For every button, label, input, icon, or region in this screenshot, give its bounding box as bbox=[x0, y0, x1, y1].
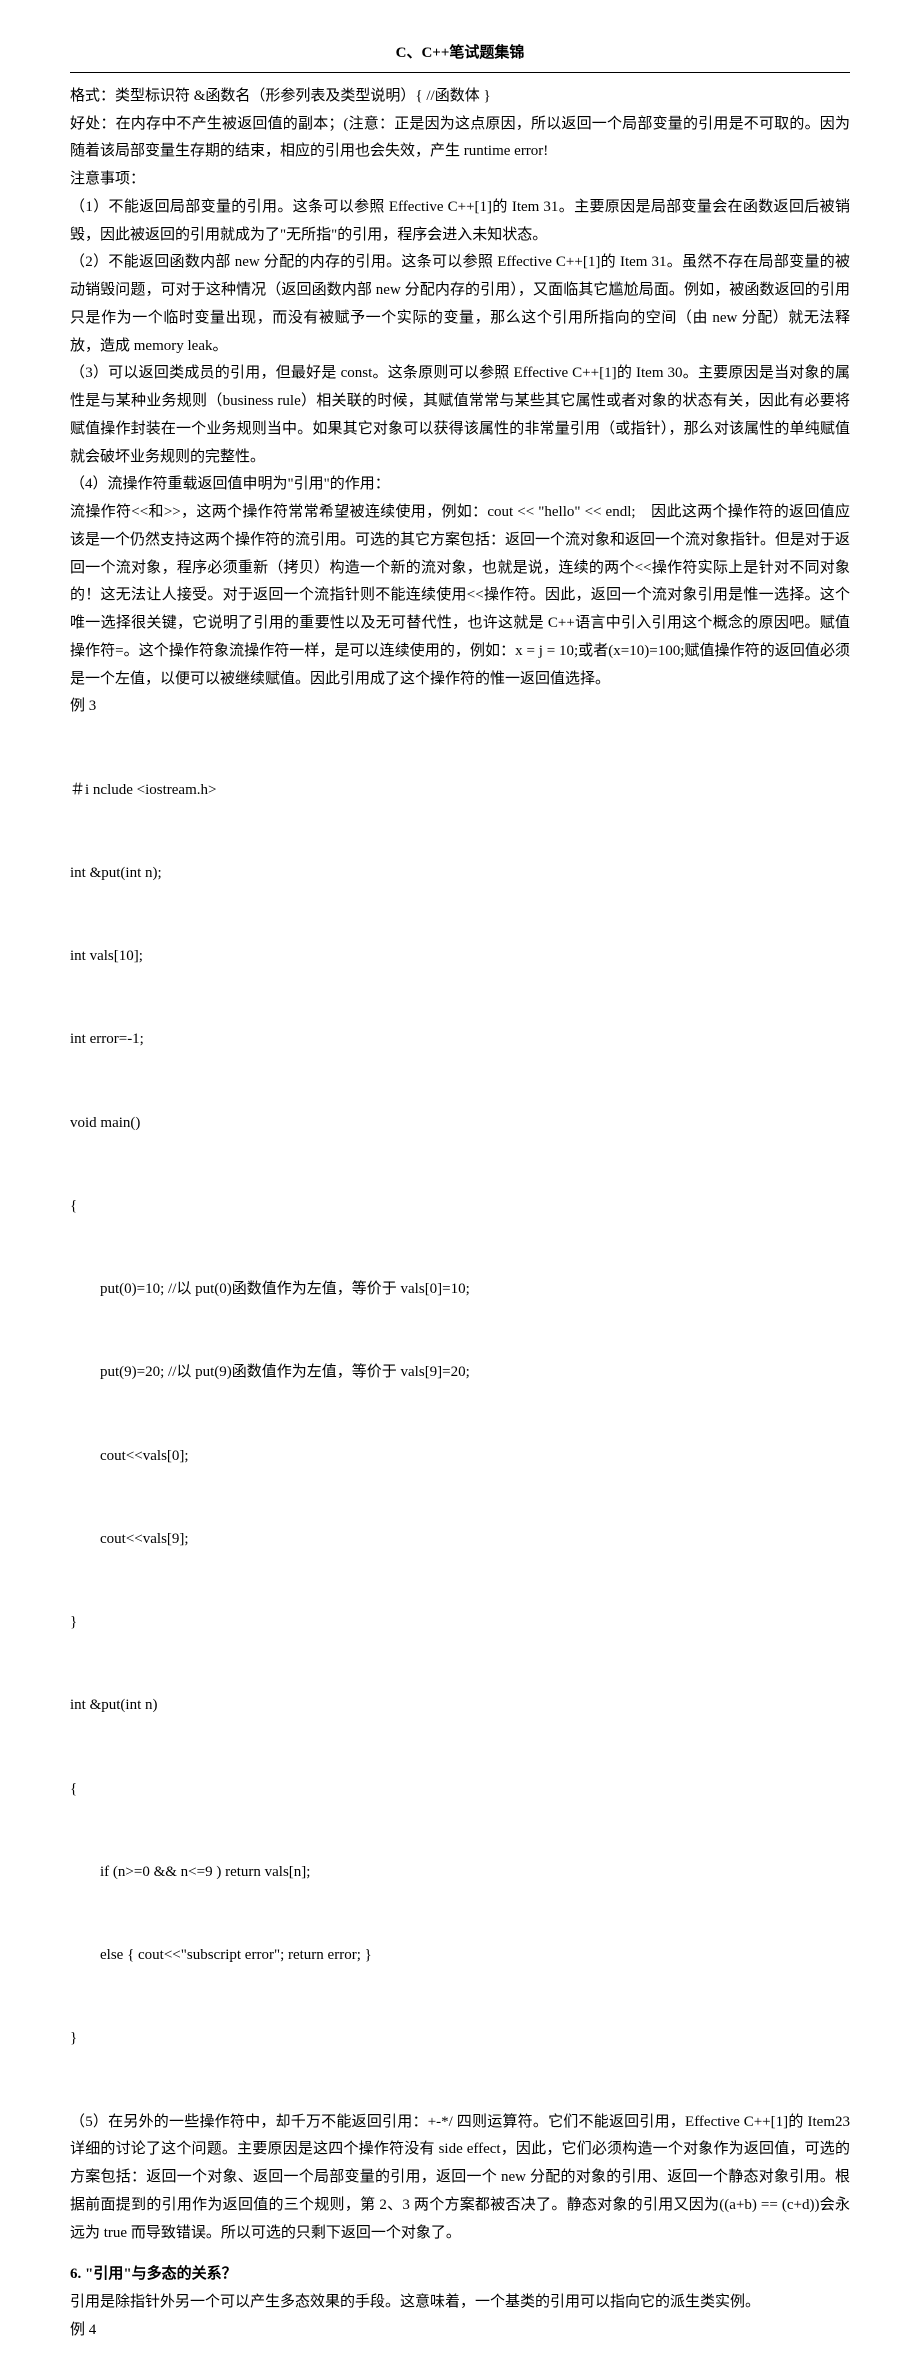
paragraph: 注意事项： bbox=[70, 166, 850, 194]
code-line: } bbox=[70, 2025, 850, 2053]
paragraph: 流操作符<<和>>，这两个操作符常常希望被连续使用，例如：cout << "he… bbox=[70, 499, 850, 693]
code-line: else { cout<<"subscript error"; return e… bbox=[70, 1942, 850, 1970]
code-line: { bbox=[70, 1193, 850, 1221]
paragraph: （5）在另外的一些操作符中，却千万不能返回引用：+-*/ 四则运算符。它们不能返… bbox=[70, 2109, 850, 2248]
example-label: 例 4 bbox=[70, 2317, 850, 2345]
paragraph: （3）可以返回类成员的引用，但最好是 const。这条原则可以参照 Effect… bbox=[70, 360, 850, 471]
page-header: C、C++笔试题集锦 bbox=[70, 40, 850, 73]
code-line: ＃i nclude <iostream.h> bbox=[70, 777, 850, 805]
paragraph: 引用是除指针外另一个可以产生多态效果的手段。这意味着，一个基类的引用可以指向它的… bbox=[70, 2289, 850, 2317]
code-line: int error=-1; bbox=[70, 1026, 850, 1054]
code-line: put(0)=10; //以 put(0)函数值作为左值，等价于 vals[0]… bbox=[70, 1276, 850, 1304]
header-title: C、C++笔试题集锦 bbox=[396, 45, 525, 61]
paragraph: 好处：在内存中不产生被返回值的副本；(注意：正是因为这点原因，所以返回一个局部变… bbox=[70, 111, 850, 167]
document-page: C、C++笔试题集锦 格式：类型标识符 &函数名（形参列表及类型说明）{ //函… bbox=[0, 0, 920, 2375]
paragraph: （4）流操作符重载返回值申明为"引用"的作用： bbox=[70, 471, 850, 499]
code-line: } bbox=[70, 1609, 850, 1637]
code-line: void main() bbox=[70, 1110, 850, 1138]
code-line: int &put(int n) bbox=[70, 1692, 850, 1720]
paragraph: 格式：类型标识符 &函数名（形参列表及类型说明）{ //函数体 } bbox=[70, 83, 850, 111]
code-line: if (n>=0 && n<=9 ) return vals[n]; bbox=[70, 1859, 850, 1887]
code-line: int vals[10]; bbox=[70, 943, 850, 971]
code-line: int &put(int n); bbox=[70, 860, 850, 888]
question-heading: 6. "引用"与多态的关系？ bbox=[70, 2261, 850, 2289]
paragraph: （2）不能返回函数内部 new 分配的内存的引用。这条可以参照 Effectiv… bbox=[70, 249, 850, 360]
spacer bbox=[70, 2247, 850, 2261]
code-line: cout<<vals[9]; bbox=[70, 1526, 850, 1554]
code-line: { bbox=[70, 1776, 850, 1804]
code-block: ＃i nclude <iostream.h> int &put(int n); … bbox=[70, 721, 850, 2109]
code-line: cout<<vals[0]; bbox=[70, 1443, 850, 1471]
paragraph: （1）不能返回局部变量的引用。这条可以参照 Effective C++[1]的 … bbox=[70, 194, 850, 250]
code-line: put(9)=20; //以 put(9)函数值作为左值，等价于 vals[9]… bbox=[70, 1359, 850, 1387]
example-label: 例 3 bbox=[70, 693, 850, 721]
